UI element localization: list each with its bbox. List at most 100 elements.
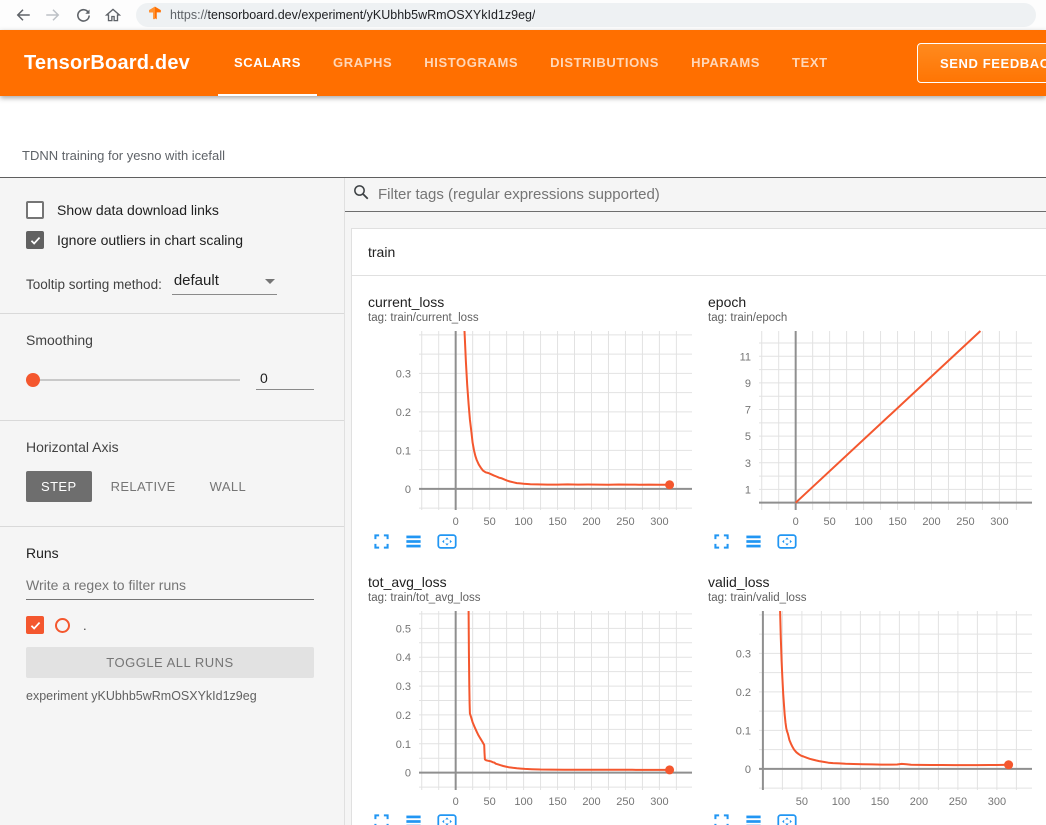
expand-chart-icon[interactable] [372, 812, 391, 825]
axis-wall-button[interactable]: WALL [195, 471, 262, 502]
line-chart-epoch[interactable]: 0501001502002503001357911 [696, 328, 1036, 528]
svg-text:9: 9 [745, 378, 751, 390]
log-scale-icon[interactable] [404, 532, 423, 551]
reload-icon[interactable] [70, 2, 96, 28]
fit-domain-icon[interactable] [436, 532, 455, 551]
expand-chart-icon[interactable] [712, 532, 731, 551]
line-chart-valid-loss[interactable]: 5010015020025030000.10.20.3 [696, 608, 1036, 808]
svg-text:0.3: 0.3 [396, 368, 411, 380]
train-section-header[interactable]: train [352, 229, 1046, 276]
settings-sidebar: Show data download links Ignore outliers… [0, 178, 345, 825]
tab-hparams[interactable]: HPARAMS [675, 30, 776, 96]
chart-tag: tag: train/tot_avg_loss [356, 592, 696, 604]
svg-text:200: 200 [910, 796, 928, 808]
svg-text:7: 7 [745, 405, 751, 417]
svg-text:50: 50 [824, 516, 836, 528]
log-scale-icon[interactable] [744, 812, 763, 825]
chart-tag: tag: train/valid_loss [696, 592, 1036, 604]
smoothing-label: Smoothing [26, 332, 314, 348]
runs-section: Runs . TOGGLE ALL RUNS experiment yKUbhb… [0, 527, 344, 721]
run-name: . [83, 618, 87, 633]
svg-text:250: 250 [616, 796, 634, 808]
svg-text:150: 150 [871, 796, 889, 808]
toggle-all-runs-button[interactable]: TOGGLE ALL RUNS [26, 647, 314, 678]
chart-tag: tag: train/epoch [696, 312, 1036, 324]
smoothing-value[interactable]: 0 [256, 370, 314, 390]
slider-thumb[interactable] [26, 373, 40, 387]
svg-text:150: 150 [548, 516, 566, 528]
chart-card-current-loss: current_loss tag: train/current_loss 050… [356, 294, 696, 558]
search-icon [352, 183, 370, 206]
svg-text:150: 150 [548, 796, 566, 808]
forward-icon[interactable] [40, 2, 66, 28]
browser-toolbar: https://tensorboard.dev/experiment/yKUbh… [0, 0, 1046, 30]
svg-text:200: 200 [582, 796, 600, 808]
experiment-title: TDNN training for yesno with icefall [22, 148, 225, 163]
svg-text:0: 0 [453, 516, 459, 528]
main-nav: SCALARS GRAPHS HISTOGRAMS DISTRIBUTIONS … [218, 30, 844, 96]
tab-graphs[interactable]: GRAPHS [317, 30, 408, 96]
chart-title: epoch [696, 294, 1036, 310]
tab-text[interactable]: TEXT [776, 30, 844, 96]
app-header: TensorBoard.dev SCALARS GRAPHS HISTOGRAM… [0, 30, 1046, 96]
tab-scalars[interactable]: SCALARS [218, 30, 317, 96]
back-icon[interactable] [10, 2, 36, 28]
run-color-swatch [55, 618, 70, 633]
tag-filter-input[interactable] [378, 186, 1046, 203]
svg-text:200: 200 [922, 516, 940, 528]
show-download-links-checkbox[interactable] [26, 201, 44, 219]
run-row[interactable]: . [26, 616, 314, 634]
svg-text:50: 50 [484, 796, 496, 808]
svg-text:0.2: 0.2 [736, 687, 751, 699]
svg-text:100: 100 [832, 796, 850, 808]
log-scale-icon[interactable] [404, 812, 423, 825]
fit-domain-icon[interactable] [776, 812, 795, 825]
tab-histograms[interactable]: HISTOGRAMS [408, 30, 534, 96]
svg-text:100: 100 [514, 516, 532, 528]
show-download-links-row[interactable]: Show data download links [26, 196, 314, 224]
smoothing-slider[interactable] [26, 373, 240, 387]
tag-filter-row [345, 178, 1046, 212]
axis-relative-button[interactable]: RELATIVE [96, 471, 191, 502]
expand-chart-icon[interactable] [712, 812, 731, 825]
svg-text:0.4: 0.4 [396, 652, 411, 664]
tab-distributions[interactable]: DISTRIBUTIONS [534, 30, 675, 96]
train-section-card: train current_loss tag: train/current_lo… [351, 228, 1046, 825]
slider-track [26, 379, 240, 381]
run-checkbox[interactable] [26, 616, 44, 634]
chart-title: valid_loss [696, 574, 1036, 590]
svg-text:1: 1 [745, 484, 751, 496]
chart-title: current_loss [356, 294, 696, 310]
line-chart-tot-avg-loss[interactable]: 05010015020025030000.10.20.30.40.5 [356, 608, 696, 808]
address-bar[interactable]: https://tensorboard.dev/experiment/yKUbh… [136, 3, 1036, 27]
svg-text:0: 0 [453, 796, 459, 808]
fit-domain-icon[interactable] [776, 532, 795, 551]
home-icon[interactable] [100, 2, 126, 28]
tensorboard-favicon-icon [148, 6, 162, 25]
axis-step-button[interactable]: STEP [26, 471, 92, 502]
svg-text:50: 50 [796, 796, 808, 808]
fit-domain-icon[interactable] [436, 812, 455, 825]
tooltip-sorting-select[interactable]: default [172, 272, 277, 295]
log-scale-icon[interactable] [744, 532, 763, 551]
tooltip-sorting-value: default [174, 272, 219, 289]
tensorboard-logo: TensorBoard.dev [24, 52, 190, 75]
ignore-outliers-label: Ignore outliers in chart scaling [57, 232, 243, 248]
svg-text:300: 300 [990, 516, 1008, 528]
svg-text:0.1: 0.1 [736, 725, 751, 737]
smoothing-section: Smoothing 0 [0, 314, 344, 420]
svg-text:300: 300 [650, 796, 668, 808]
svg-text:150: 150 [888, 516, 906, 528]
main-content: train current_loss tag: train/current_lo… [345, 178, 1046, 825]
svg-text:0: 0 [405, 484, 411, 496]
runs-filter-input[interactable] [26, 573, 314, 600]
ignore-outliers-row[interactable]: Ignore outliers in chart scaling [26, 226, 314, 254]
ignore-outliers-checkbox[interactable] [26, 231, 44, 249]
general-settings-section: Show data download links Ignore outliers… [0, 178, 344, 313]
expand-chart-icon[interactable] [372, 532, 391, 551]
send-feedback-button[interactable]: SEND FEEDBACK [917, 43, 1046, 83]
experiment-caption: experiment yKUbhb5wRmOSXYkId1z9eg [26, 689, 314, 703]
svg-text:5: 5 [745, 431, 751, 443]
line-chart-current-loss[interactable]: 05010015020025030000.10.20.3 [356, 328, 696, 528]
svg-text:250: 250 [616, 516, 634, 528]
